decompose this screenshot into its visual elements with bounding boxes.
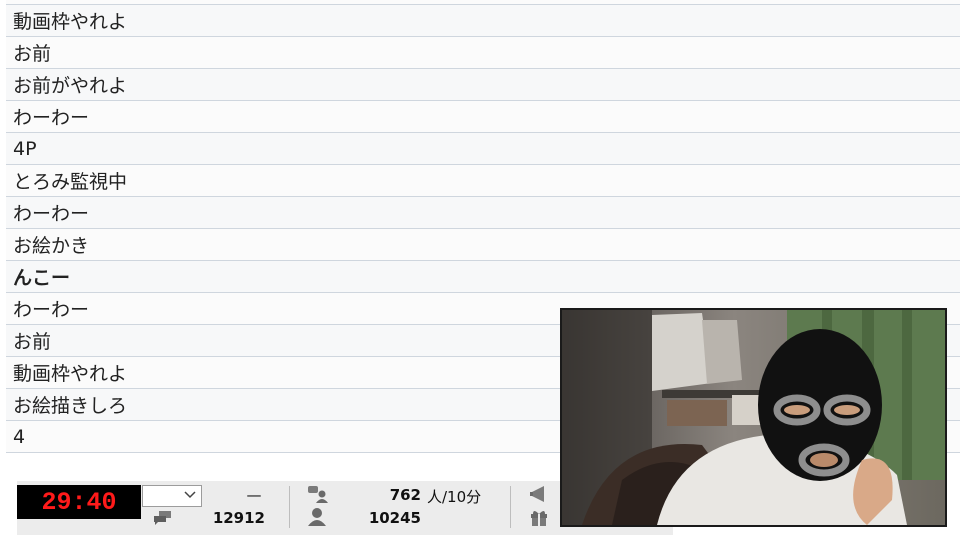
comment-row[interactable]: 4P	[6, 133, 960, 165]
active-viewer-count: 762	[389, 486, 421, 504]
person-icon	[307, 507, 327, 531]
comment-text: お前	[13, 43, 52, 65]
comment-bubble-icon	[153, 509, 173, 529]
comment-text: わーわー	[13, 299, 90, 321]
comment-text: 動画枠やれよ	[13, 363, 128, 385]
comment-text: お絵描きしろ	[13, 395, 128, 417]
webcam-frame	[562, 310, 945, 525]
comment-row[interactable]: んこー	[6, 261, 960, 293]
comment-row[interactable]: お前がやれよ	[6, 69, 960, 101]
megaphone-icon	[529, 484, 551, 508]
comment-row[interactable]: わーわー	[6, 101, 960, 133]
comment-text: わーわー	[13, 0, 89, 2]
comment-row[interactable]: わーわー	[6, 197, 960, 229]
comment-text: お前がやれよ	[13, 75, 128, 97]
active-viewer-unit: 人/10分	[427, 488, 482, 506]
separator	[289, 486, 290, 528]
comment-text: わーわー	[13, 107, 90, 129]
comment-text: とろみ監視中	[13, 171, 128, 193]
comment-text: 4	[13, 425, 26, 448]
comment-text: 4P	[13, 137, 37, 160]
comment-row[interactable]: とろみ監視中	[6, 165, 960, 197]
webcam-video	[560, 308, 947, 527]
comment-dash: —	[246, 486, 262, 504]
chevron-down-icon[interactable]	[184, 488, 196, 502]
elapsed-timer: 29:40	[17, 485, 141, 519]
timer-select[interactable]	[142, 485, 202, 507]
comment-text: わーわー	[13, 203, 90, 225]
gift-icon	[529, 507, 549, 531]
active-users-icon	[307, 484, 329, 508]
comment-row[interactable]: お前	[6, 37, 960, 69]
comment-row[interactable]: 動画枠やれよ	[6, 5, 960, 37]
total-viewer-count: 10245	[368, 509, 421, 527]
comment-text: んこー	[13, 267, 71, 289]
separator	[510, 486, 511, 528]
comment-text: お前	[13, 331, 52, 353]
comment-count: 12912	[212, 509, 265, 527]
stream-viewer: わーわー動画枠やれよお前お前がやれよわーわー4Pとろみ監視中わーわーお絵かきんこ…	[0, 0, 960, 540]
comment-text: お絵かき	[13, 235, 90, 257]
comment-row[interactable]: お絵かき	[6, 229, 960, 261]
comment-text: 動画枠やれよ	[13, 11, 128, 33]
